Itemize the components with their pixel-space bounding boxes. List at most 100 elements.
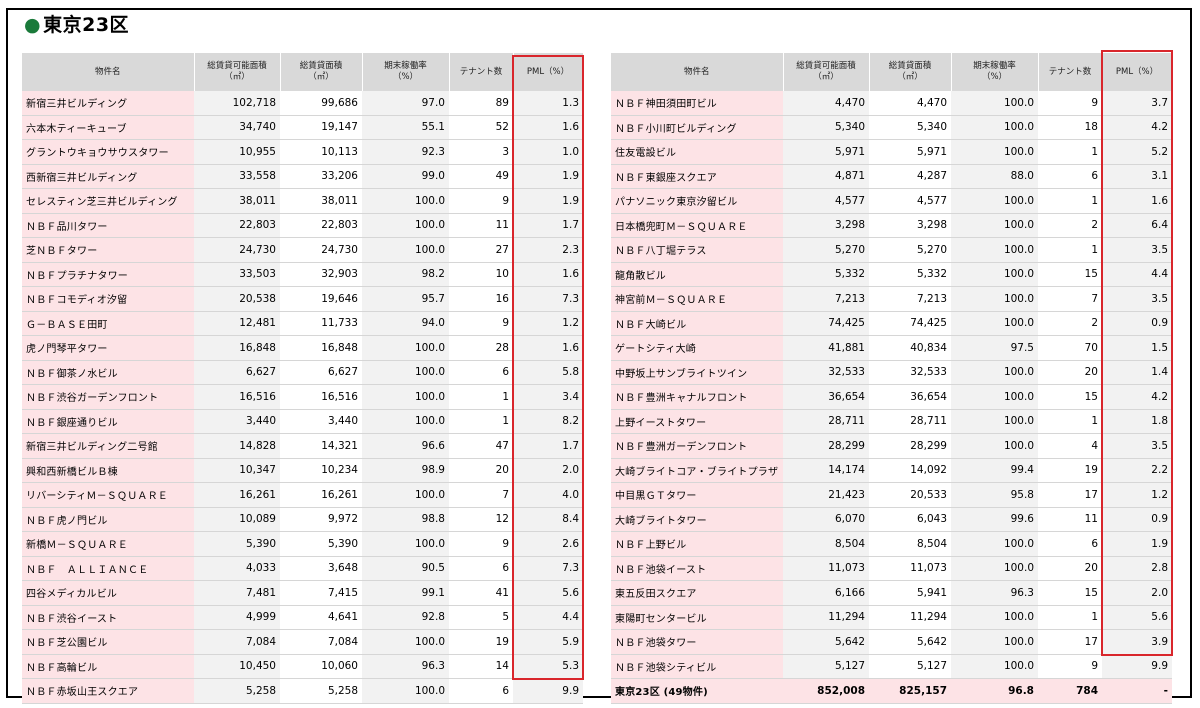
table-row: 六本木ティーキューブ 34,740 19,147 55.1 52 1.6 [22,115,583,140]
cell-tenants: 1 [1038,188,1102,214]
cell-tenants: 6 [1038,531,1102,557]
header-pml: PML（%） [513,53,584,91]
cell-tenants: 14 [449,654,513,679]
table-row: ＮＢＦ御茶ノ水ビル 6,627 6,627 100.0 6 5.8 [22,360,583,385]
cell-pml: 5.6 [513,580,583,606]
cell-leased-area: 16,848 [280,335,362,361]
cell-tenants: 3 [449,139,513,165]
cell-pml: 4.4 [1102,262,1172,287]
cell-property-name: 中目黒ＧＴタワー [611,482,783,508]
cell-occupancy: 100.0 [951,91,1038,116]
cell-pml: 9.9 [1102,654,1172,679]
cell-tenants: 10 [449,262,513,287]
cell-tenants: 17 [1038,482,1102,508]
table-row: 東陽町センタービル 11,294 11,294 100.0 1 5.6 [611,605,1172,630]
cell-property-name: ＮＢＦ豊洲ガーデンフロント [611,433,783,459]
cell-pml: 7.3 [513,286,583,312]
cell-pml: 1.5 [1102,335,1172,361]
cell-property-name: ＮＢＦ虎ノ門ビル [22,507,194,532]
cell-occupancy: 100.0 [951,311,1038,336]
cell-property-name: ＮＢＦ大崎ビル [611,311,783,336]
cell-leasable-area: 7,481 [194,580,280,606]
cell-leasable-area: 10,347 [194,458,280,483]
cell-property-name: ＮＢＦ御茶ノ水ビル [22,360,194,385]
cell-pml: 1.9 [513,164,583,189]
cell-occupancy: 97.0 [362,91,449,116]
cell-leased-area: 16,261 [280,482,362,508]
table-row: ＮＢＦ池袋イースト 11,073 11,073 100.0 20 2.8 [611,556,1172,581]
cell-pml: 1.6 [1102,188,1172,214]
cell-leased-area: 5,971 [869,139,951,165]
cell-occupancy: 92.8 [362,605,449,630]
total-occupancy: 96.8 [951,678,1038,704]
cell-leased-area: 11,294 [869,605,951,630]
cell-property-name: ＮＢＦ池袋シティビル [611,654,783,679]
cell-pml: 7.3 [513,556,583,581]
table-row: ＮＢＦ八丁堀テラス 5,270 5,270 100.0 1 3.5 [611,237,1172,263]
header-tenants: テナント数 [449,53,514,91]
cell-tenants: 15 [1038,384,1102,410]
cell-pml: 4.2 [1102,115,1172,140]
cell-pml: 1.0 [513,139,583,165]
cell-tenants: 70 [1038,335,1102,361]
cell-occupancy: 99.6 [951,507,1038,532]
cell-occupancy: 99.0 [362,164,449,189]
table-row: セレスティン芝三井ビルディング 38,011 38,011 100.0 9 1.9 [22,188,583,214]
table-row: 上野イーストタワー 28,711 28,711 100.0 1 1.8 [611,409,1172,434]
total-label: 東京23区 (49物件) [611,678,783,704]
cell-property-name: ＮＢＦ上野ビル [611,531,783,557]
cell-tenants: 28 [449,335,513,361]
cell-occupancy: 100.0 [951,360,1038,385]
cell-pml: 8.2 [513,409,583,434]
bullet-icon: ● [24,14,42,36]
cell-pml: 1.6 [513,262,583,287]
table-row: ＮＢＦ銀座通りビル 3,440 3,440 100.0 1 8.2 [22,409,583,434]
cell-tenants: 17 [1038,629,1102,655]
property-table-left: 物件名 総賃貸可能面積 （㎡） 総賃貸面積 （㎡） 期末稼働率 （%） テナント… [22,53,584,704]
table-row: ＮＢＦ ＡＬＬＩＡＮＣＥ 4,033 3,648 90.5 6 7.3 [22,556,583,581]
cell-property-name: ＮＢＦ渋谷ガーデンフロント [22,384,194,410]
cell-occupancy: 100.0 [362,629,449,655]
cell-occupancy: 100.0 [362,237,449,263]
header-pml: PML（%） [1102,53,1173,91]
cell-occupancy: 100.0 [362,213,449,238]
cell-occupancy: 100.0 [362,384,449,410]
table-row: ＮＢＦ芝公園ビル 7,084 7,084 100.0 19 5.9 [22,629,583,655]
cell-leased-area: 22,803 [280,213,362,238]
cell-pml: 1.6 [513,115,583,140]
cell-leased-area: 16,516 [280,384,362,410]
cell-occupancy: 98.8 [362,507,449,532]
cell-tenants: 18 [1038,115,1102,140]
cell-property-name: ＮＢＦプラチナタワー [22,262,194,287]
section-title: ● 東京23区 [24,10,129,37]
cell-tenants: 1 [1038,409,1102,434]
cell-occupancy: 100.0 [951,409,1038,434]
cell-occupancy: 99.1 [362,580,449,606]
cell-property-name: ＮＢＦ八丁堀テラス [611,237,783,263]
header-occupancy: 期末稼働率 （%） [362,53,450,91]
table-row: ゲートシティ大崎 41,881 40,834 97.5 70 1.5 [611,335,1172,361]
cell-occupancy: 97.5 [951,335,1038,361]
cell-tenants: 89 [449,91,513,116]
cell-occupancy: 100.0 [951,188,1038,214]
cell-leased-area: 3,298 [869,213,951,238]
cell-leased-area: 14,092 [869,458,951,483]
table-row: 四谷メディカルビル 7,481 7,415 99.1 41 5.6 [22,580,583,606]
cell-occupancy: 100.0 [362,188,449,214]
cell-pml: 5.3 [513,654,583,679]
cell-tenants: 9 [1038,654,1102,679]
table-row: パナソニック東京汐留ビル 4,577 4,577 100.0 1 1.6 [611,188,1172,214]
cell-leased-area: 8,504 [869,531,951,557]
cell-tenants: 16 [449,286,513,312]
table-row: ＮＢＦ豊洲キャナルフロント 36,654 36,654 100.0 15 4.2 [611,384,1172,410]
table-row: ＮＢＦ豊洲ガーデンフロント 28,299 28,299 100.0 4 3.5 [611,433,1172,459]
cell-leasable-area: 5,270 [783,237,869,263]
cell-occupancy: 88.0 [951,164,1038,189]
table-row: Ｇ－ＢＡＳＥ田町 12,481 11,733 94.0 9 1.2 [22,311,583,336]
cell-property-name: 虎ノ門琴平タワー [22,335,194,361]
cell-property-name: 四谷メディカルビル [22,580,194,606]
cell-tenants: 1 [1038,139,1102,165]
cell-occupancy: 98.9 [362,458,449,483]
cell-property-name: Ｇ－ＢＡＳＥ田町 [22,311,194,336]
cell-leased-area: 74,425 [869,311,951,336]
